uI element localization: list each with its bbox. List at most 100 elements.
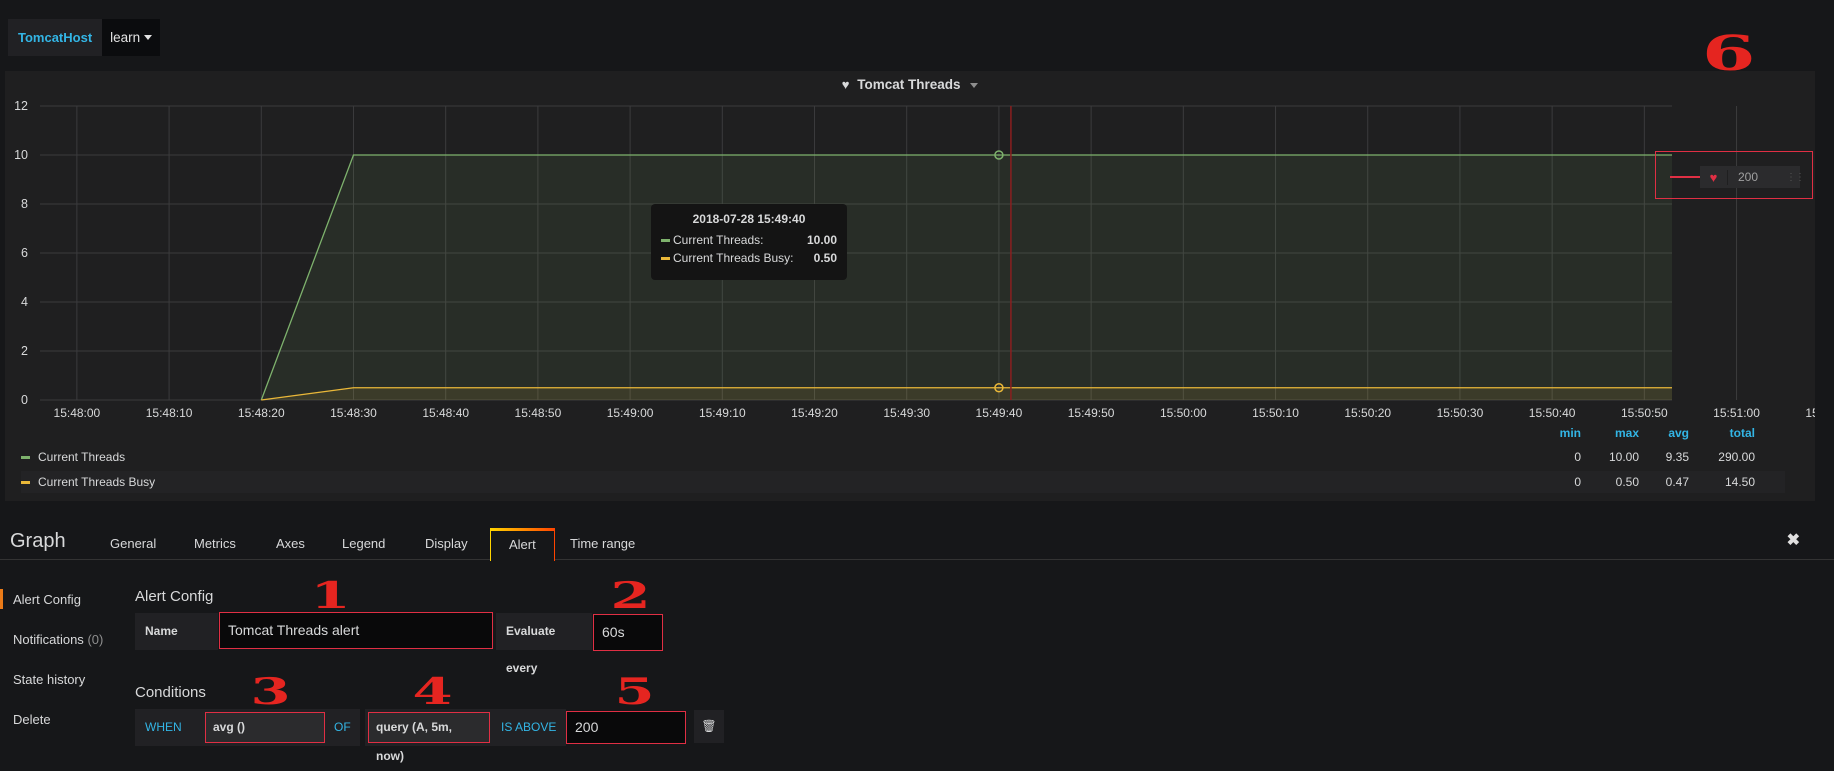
threshold-input[interactable]: 200 (566, 711, 686, 744)
series-fill-0 (261, 155, 1673, 400)
x-tick-label: 15:50:00 (1160, 406, 1207, 420)
close-icon[interactable]: ✖ (1787, 530, 1800, 550)
of-keyword: OF (328, 709, 358, 746)
editor-title: Graph (10, 530, 66, 552)
x-tick-label: 15:51:10 (1805, 406, 1815, 420)
legend-item[interactable]: Current Threads 0 10.00 9.35 290.00 (21, 446, 1785, 468)
alert-name-input[interactable]: Tomcat Threads alert (219, 612, 493, 649)
trash-icon: 🗑 (701, 719, 717, 733)
y-tick-label: 6 (21, 246, 28, 260)
x-tick-label: 15:48:10 (146, 406, 193, 420)
tooltip-series-value: 10.00 (806, 233, 837, 247)
notifications-count: (0) (87, 632, 104, 647)
legend-max: 10.00 (1608, 450, 1639, 464)
x-tick-label: 15:50:10 (1252, 406, 1299, 420)
legend-item[interactable]: Current Threads Busy 0 0.50 0.47 14.50 (21, 471, 1785, 493)
variable-dropdown[interactable]: learn (102, 19, 161, 56)
tooltip-series-value: 0.50 (813, 251, 837, 265)
series-swatch-icon[interactable] (21, 455, 30, 459)
annotation-number-6: 6 (1701, 26, 1756, 82)
y-tick-label: 0 (21, 393, 28, 407)
annotation-number-4: 4 (412, 671, 453, 713)
x-tick-label: 15:49:50 (1068, 406, 1115, 420)
legend-col-avg[interactable]: avg (1639, 426, 1689, 440)
heart-icon: ♥ (1700, 169, 1728, 185)
tooltip-series-name: Current Threads Busy: (673, 251, 794, 265)
name-label: Name (135, 613, 218, 650)
legend-avg: 9.35 (1665, 450, 1689, 464)
x-tick-label: 15:48:40 (422, 406, 469, 420)
y-tick-label: 8 (21, 197, 28, 211)
tooltip-series-name: Current Threads: (673, 233, 764, 247)
alert-config-title: Alert Config (135, 588, 214, 605)
graph-panel: ♥ Tomcat Threads 0 2 4 6 8 10 12 15:48:00 15:48:… (5, 71, 1815, 501)
tab-alert[interactable]: Alert (490, 528, 555, 561)
annotation-box-6: ♥ 200 ⋮⋮ (1655, 151, 1813, 199)
x-tick-label: 15:48:20 (238, 406, 285, 420)
x-tick-label: 15:49:10 (699, 406, 746, 420)
annotation-number-5: 5 (614, 671, 655, 713)
tooltip-row: Current Threads: 10.00 (661, 231, 837, 249)
tab-legend[interactable]: Legend (324, 528, 403, 560)
annotation-number-2: 2 (610, 575, 651, 617)
panel-editor-header: Graph General Metrics Axes Legend Displa… (0, 520, 1834, 561)
nav-alert-config[interactable]: Alert Config (0, 589, 81, 609)
y-tick-label: 2 (21, 344, 28, 358)
x-tick-label: 15:49:40 (976, 406, 1023, 420)
alert-threshold-handle[interactable]: ♥ 200 ⋮⋮ (1700, 166, 1805, 188)
legend-series-name[interactable]: Current Threads (38, 450, 1531, 464)
x-tick-label: 15:51:00 (1713, 406, 1760, 420)
x-tick-label: 15:48:00 (54, 406, 101, 420)
tab-time-range[interactable]: Time range (552, 528, 653, 560)
evaluator-select[interactable]: IS ABOVE (494, 709, 566, 746)
nav-state-history[interactable]: State history (13, 672, 85, 687)
variable-label: TomcatHost (8, 19, 103, 56)
template-variable-bar: TomcatHost learn (8, 19, 161, 56)
x-tick-label: 15:49:00 (607, 406, 654, 420)
threshold-value: 200 (1738, 170, 1759, 184)
evaluate-every-label: Evaluate every (496, 613, 592, 675)
series-swatch-icon[interactable] (21, 480, 30, 484)
legend-col-total[interactable]: total (1689, 426, 1755, 440)
x-tick-label: 15:48:50 (515, 406, 562, 420)
legend-min: 0 (1574, 450, 1581, 464)
y-tick-label: 12 (14, 99, 28, 113)
legend-total: 290.00 (1718, 450, 1755, 464)
tab-display[interactable]: Display (407, 528, 486, 560)
hover-tooltip: 2018-07-28 15:49:40 Current Threads: 10.… (651, 204, 847, 280)
y-tick-label: 4 (21, 295, 28, 309)
drag-grip-icon[interactable]: ⋮⋮ (1786, 172, 1805, 183)
legend-header: min max avg total (1531, 426, 1755, 440)
evaluate-every-input[interactable]: 60s (593, 614, 663, 651)
legend-min: 0 (1574, 475, 1581, 489)
annotation-number-3: 3 (250, 671, 291, 713)
series-fill-1 (261, 387, 1673, 400)
series-swatch-icon (661, 257, 670, 261)
legend-col-min[interactable]: min (1531, 426, 1581, 440)
threshold-connector-line (1670, 176, 1700, 178)
legend-avg: 0.47 (1665, 475, 1689, 489)
legend-series-name[interactable]: Current Threads Busy (38, 475, 1531, 489)
series-swatch-icon (661, 239, 670, 243)
x-tick-label: 15:50:50 (1621, 406, 1668, 420)
query-select[interactable]: query (A, 5m, now) (368, 712, 490, 763)
nav-notifications[interactable]: Notifications (0) (13, 632, 103, 647)
conditions-title: Conditions (135, 684, 206, 701)
x-tick-label: 15:48:30 (330, 406, 377, 420)
legend-total: 14.50 (1724, 475, 1755, 489)
x-tick-label: 15:50:20 (1344, 406, 1391, 420)
tooltip-time: 2018-07-28 15:49:40 (692, 212, 806, 226)
legend-col-max[interactable]: max (1581, 426, 1639, 440)
variable-value: learn (110, 30, 141, 45)
graph-plot[interactable]: 0 2 4 6 8 10 12 15:48:00 15:48:10 15:48:20 15:48:3… (5, 71, 1815, 426)
tab-axes[interactable]: Axes (258, 528, 323, 560)
annotation-number-1: 1 (310, 575, 351, 617)
x-tick-label: 15:49:20 (791, 406, 838, 420)
tab-metrics[interactable]: Metrics (176, 528, 254, 560)
reducer-select[interactable]: avg () (205, 712, 325, 743)
tab-general[interactable]: General (92, 528, 174, 560)
nav-delete[interactable]: Delete (13, 712, 51, 727)
delete-condition-button[interactable]: 🗑 (694, 710, 724, 743)
x-tick-label: 15:49:30 (883, 406, 930, 420)
caret-down-icon (144, 35, 153, 40)
